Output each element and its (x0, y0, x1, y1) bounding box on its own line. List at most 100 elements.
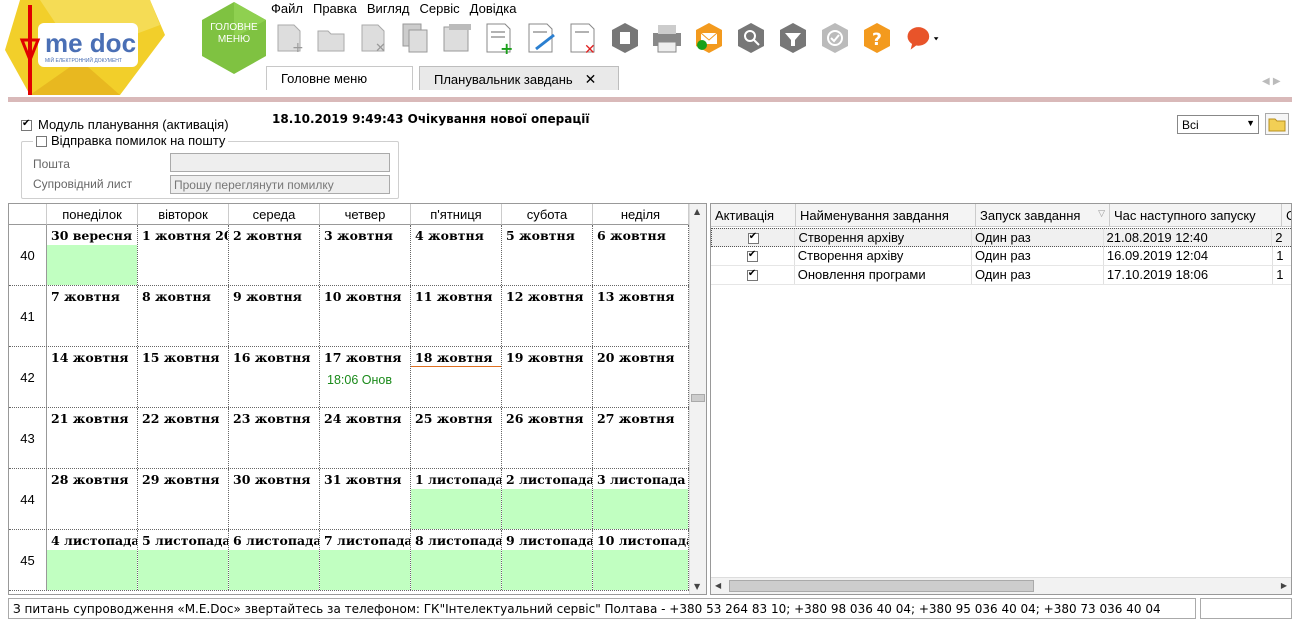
open-folder-button[interactable] (1265, 113, 1289, 135)
scroll-thumb[interactable] (729, 580, 1034, 592)
new-doc-button[interactable]: + (271, 20, 307, 56)
calendar-day-cell[interactable]: 18 жовтня (411, 347, 502, 407)
mail-errors-checkbox[interactable] (36, 136, 47, 148)
tab-main-menu[interactable]: Головне меню (266, 66, 413, 90)
calendar-day-cell[interactable]: 9 листопада (502, 530, 593, 590)
calendar-day-cell[interactable]: 30 жовтня (229, 469, 320, 529)
chat-button[interactable] (901, 20, 945, 56)
calendar-day-cell[interactable]: 12 жовтня (502, 286, 593, 346)
calendar-day-cell[interactable]: 10 жовтня (320, 286, 411, 346)
calendar-day-cell[interactable]: 8 листопада (411, 530, 502, 590)
calendar-day-cell[interactable]: 3 жовтня (320, 225, 411, 285)
tab-scroll-arrows[interactable]: ◀ ▶ (1262, 76, 1281, 87)
day-highlight (502, 550, 592, 590)
table-row[interactable]: Створення архівуОдин раз16.09.2019 12:04… (711, 247, 1291, 266)
col-task-name[interactable]: Найменування завдання (796, 204, 976, 226)
calendar-day-cell[interactable]: 6 жовтня (593, 225, 689, 285)
calendar-day-cell[interactable]: 17 жовтня 18:06 Онов (320, 347, 411, 407)
calendar-day-cell[interactable]: 2 жовтня (229, 225, 320, 285)
mail-field[interactable] (170, 153, 390, 172)
task-activation-checkbox[interactable] (746, 268, 758, 281)
open-doc-button[interactable] (313, 20, 349, 56)
calendar-day-cell[interactable]: 27 жовтня (593, 408, 689, 468)
print-button[interactable] (649, 20, 685, 56)
home-menu-button[interactable]: ГОЛОВНЕ МЕНЮ (198, 22, 270, 46)
mail-send-button[interactable] (691, 20, 727, 56)
calendar-day-cell[interactable]: 10 листопада (593, 530, 689, 590)
filter-select[interactable]: Всі ▼ (1177, 115, 1259, 134)
calendar-day-cell[interactable]: 24 жовтня (320, 408, 411, 468)
calendar-day-cell[interactable]: 4 жовтня (411, 225, 502, 285)
calendar-event[interactable]: 18:06 Онов (327, 373, 392, 387)
delete-doc-button[interactable]: ✕ (355, 20, 391, 56)
day-header: четвер (320, 204, 411, 225)
medoc-logo[interactable]: me doc МІЙ ЕЛЕКТРОННИЙ ДОКУМЕНТ (0, 0, 170, 95)
col-launch[interactable]: Запуск завдання ▽ (976, 204, 1110, 226)
calendar-day-cell[interactable]: 13 жовтня (593, 286, 689, 346)
mail-errors-toggle[interactable]: Відправка помилок на пошту (33, 133, 229, 148)
calendar-day-cell[interactable]: 9 жовтня (229, 286, 320, 346)
check-button[interactable] (817, 20, 853, 56)
calendar-day-cell[interactable]: 29 жовтня (138, 469, 229, 529)
calendar-day-cell[interactable]: 26 жовтня (502, 408, 593, 468)
edit-row-button[interactable] (523, 20, 559, 56)
calendar-day-cell[interactable]: 19 жовтня (502, 347, 593, 407)
col-activation[interactable]: Активація (711, 204, 796, 226)
filter-button[interactable] (775, 20, 811, 56)
calendar-day-cell[interactable]: 28 жовтня (47, 469, 138, 529)
calendar-day-cell[interactable]: 31 жовтня (320, 469, 411, 529)
calendar-day-cell[interactable]: 1 листопада (411, 469, 502, 529)
calendar-day-cell[interactable]: 2 листопада (502, 469, 593, 529)
archive-button[interactable] (607, 20, 643, 56)
task-activation-checkbox[interactable] (747, 231, 759, 244)
calendar-day-cell[interactable]: 21 жовтня (47, 408, 138, 468)
scroll-down-icon[interactable]: ▼ (694, 582, 700, 591)
table-row[interactable]: Створення архівуОдин раз21.08.2019 12:40… (711, 228, 1291, 247)
calendar-day-cell[interactable]: 16 жовтня (229, 347, 320, 407)
calendar-day-cell[interactable]: 30 вересня (47, 225, 138, 285)
search-button[interactable] (733, 20, 769, 56)
calendar-day-cell[interactable]: 11 жовтня (411, 286, 502, 346)
menu-edit[interactable]: Правка (313, 1, 367, 17)
calendar-day-cell[interactable]: 7 жовтня (47, 286, 138, 346)
col-next-run[interactable]: Час наступного запуску (1110, 204, 1282, 226)
add-row-button[interactable]: + (481, 20, 517, 56)
calendar-day-cell[interactable]: 15 жовтня (138, 347, 229, 407)
calendar-day-cell[interactable]: 3 листопада (593, 469, 689, 529)
calendar-day-cell[interactable]: 22 жовтня (138, 408, 229, 468)
scroll-thumb[interactable] (691, 394, 705, 402)
calendar-day-cell[interactable]: 7 листопада (320, 530, 411, 590)
calendar-day-cell[interactable]: 4 листопада (47, 530, 138, 590)
calendar-scrollbar[interactable]: ▲ ▼ (689, 204, 706, 594)
col-extra[interactable]: С (1282, 204, 1291, 226)
print-preview-button[interactable] (439, 20, 475, 56)
calendar-day-cell[interactable]: 14 жовтня (47, 347, 138, 407)
calendar-day-cell[interactable]: 25 жовтня (411, 408, 502, 468)
help-button[interactable]: ? (859, 20, 895, 56)
calendar-day-cell[interactable]: 1 жовтня 2019 (138, 225, 229, 285)
copy-doc-button[interactable] (397, 20, 433, 56)
menu-help[interactable]: Довідка (470, 1, 527, 17)
menu-view[interactable]: Вигляд (367, 1, 420, 17)
calendar-day-cell[interactable]: 5 жовтня (502, 225, 593, 285)
menu-service[interactable]: Сервіс (420, 1, 470, 17)
close-icon[interactable]: ✕ (585, 71, 597, 87)
task-activation-checkbox[interactable] (746, 249, 758, 262)
menu-file[interactable]: Файл (271, 1, 313, 17)
calendar-day-cell[interactable]: 8 жовтня (138, 286, 229, 346)
module-activation-checkbox[interactable] (21, 118, 32, 132)
scroll-left-icon[interactable]: ◀ (715, 581, 721, 590)
tasks-hscrollbar[interactable]: ◀ ▶ (711, 577, 1291, 594)
day-highlight (411, 489, 501, 529)
module-activation-row[interactable]: Модуль планування (активація) (21, 117, 229, 132)
scroll-up-icon[interactable]: ▲ (694, 207, 700, 216)
tab-task-scheduler[interactable]: Планувальник завдань ✕ (419, 66, 619, 90)
delete-row-button[interactable]: ✕ (565, 20, 601, 56)
table-row[interactable]: Оновлення програмиОдин раз17.10.2019 18:… (711, 266, 1291, 285)
calendar-day-cell[interactable]: 23 жовтня (229, 408, 320, 468)
calendar-day-cell[interactable]: 20 жовтня (593, 347, 689, 407)
scroll-right-icon[interactable]: ▶ (1281, 581, 1287, 590)
calendar-day-cell[interactable]: 5 листопада (138, 530, 229, 590)
cover-letter-field[interactable]: Прошу переглянути помилку (170, 175, 390, 194)
calendar-day-cell[interactable]: 6 листопада (229, 530, 320, 590)
